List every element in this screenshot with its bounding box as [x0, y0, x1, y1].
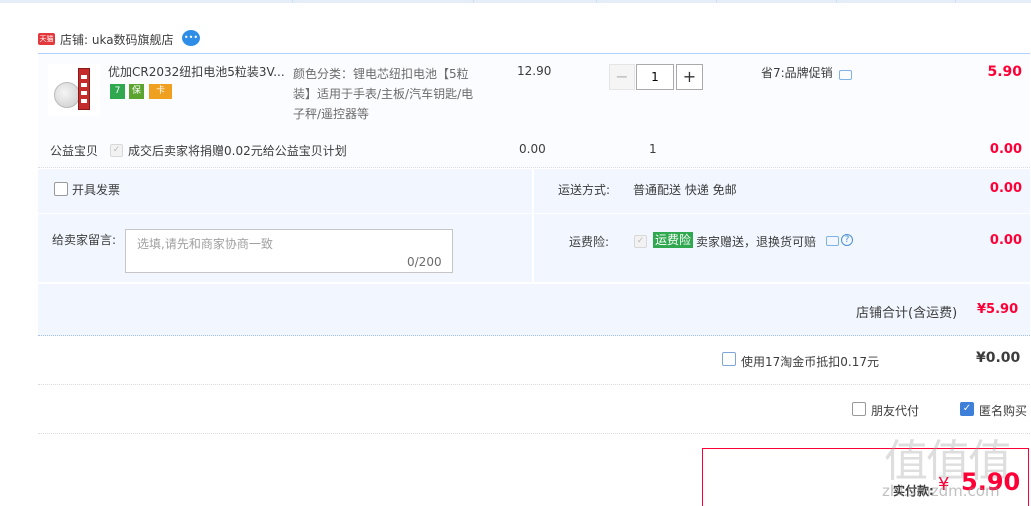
watermark-url: zhi.smzdm.com — [882, 482, 1000, 500]
promotion-text: 省7:品牌促销 — [761, 66, 833, 80]
insurance-amount: 0.00 — [989, 233, 1022, 248]
unit-price: 12.90 — [517, 64, 552, 78]
message-placeholder: 选填,请先和商家协商一致 — [137, 237, 273, 251]
invoice-checkbox[interactable] — [54, 182, 68, 196]
shipping-method-label: 运送方式: — [558, 183, 611, 197]
message-label: 给卖家留言: — [52, 233, 117, 247]
shop-name-link[interactable]: 店铺: uka数码旗舰店 — [60, 31, 174, 48]
item-subtotal: 5.90 — [987, 64, 1022, 80]
invoice-label[interactable]: 开具发票 — [72, 181, 120, 198]
shop-total-value: ¥5.90 — [977, 302, 1019, 317]
product-title-link[interactable]: 优加CR2032纽扣电池5粒装3V... — [108, 64, 288, 80]
credit-card-icon[interactable]: 卡 — [149, 84, 172, 99]
shipping-amount: 0.00 — [989, 181, 1022, 196]
charity-quantity: 1 — [649, 142, 657, 156]
coins-amount: ¥0.00 — [976, 350, 1021, 366]
anonymous-checkbox[interactable]: ✓ — [960, 402, 974, 416]
quantity-increase-button[interactable]: + — [676, 64, 703, 90]
promo-chat-icon[interactable] — [839, 70, 852, 80]
sku-description: 颜色分类：锂电芯纽扣电池【5粒装】适用于手表/主板/汽车钥匙/电子秤/遥控器等 — [293, 67, 474, 121]
shipping-method-value: 普通配送 快递 免邮 — [633, 183, 737, 197]
tmall-badge: 天猫 — [38, 33, 55, 45]
insurance-label: 运费险: — [569, 235, 610, 249]
help-question-icon[interactable]: ? — [841, 234, 853, 246]
insurance-badge: 运费险 — [653, 232, 694, 248]
message-char-counter: 0/200 — [407, 255, 442, 269]
coins-label[interactable]: 使用17淘金币抵扣0.17元 — [741, 353, 879, 370]
charity-checkbox: ✓ — [110, 144, 123, 157]
product-thumbnail[interactable] — [48, 64, 100, 116]
friend-pay-label[interactable]: 朋友代付 — [871, 402, 919, 419]
insurance-description: 卖家赠送，退换货可赔 — [696, 235, 817, 249]
friend-pay-checkbox[interactable] — [852, 402, 866, 416]
charity-description: 成交后卖家将捐赠0.02元给公益宝贝计划 — [128, 144, 347, 158]
anonymous-label[interactable]: 匿名购买 — [979, 402, 1027, 419]
quantity-input[interactable]: 1 — [636, 64, 674, 90]
quantity-decrease-button[interactable]: − — [609, 64, 635, 90]
guarantee-icon[interactable]: 保 — [129, 84, 144, 99]
charity-price: 0.00 — [519, 142, 546, 156]
insurance-chat-icon[interactable] — [826, 236, 839, 246]
header-strip — [0, 0, 1031, 3]
seven-day-return-icon[interactable]: 7 — [110, 84, 125, 99]
charity-total: 0.00 — [989, 142, 1022, 157]
insurance-checkbox: ✓ — [634, 235, 647, 248]
coins-checkbox[interactable] — [722, 352, 736, 366]
charity-label: 公益宝贝 — [50, 144, 99, 158]
wangwang-chat-icon[interactable]: ••• — [182, 30, 200, 46]
shop-total-label: 店铺合计(含运费) — [856, 306, 958, 321]
